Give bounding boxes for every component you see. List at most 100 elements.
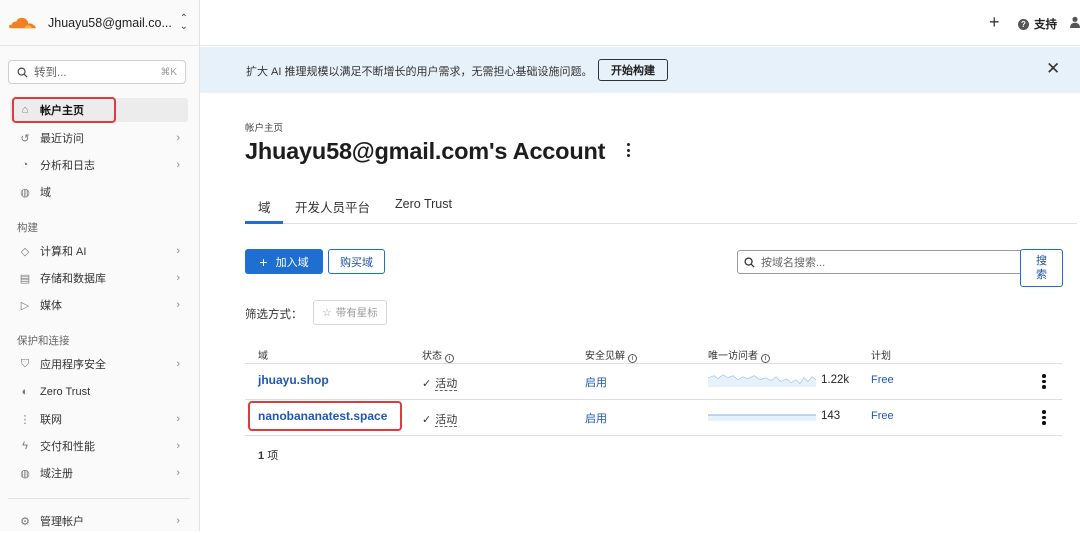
security-insights-link[interactable]: 启用 (585, 374, 607, 390)
check-icon: ✓ (422, 414, 432, 426)
status-cell: ✓ 活动 (422, 411, 458, 427)
sidebar-item-label: 交付和性能 (40, 441, 95, 453)
start-building-button[interactable]: 开始构建 (598, 59, 668, 81)
section-build: 构建 (17, 222, 38, 234)
column-header-status: 状态 i (422, 347, 454, 363)
plan-link[interactable]: Free (871, 374, 894, 386)
tab-domains[interactable]: 域 (258, 197, 271, 216)
header-label: 唯一访问者 (708, 351, 758, 362)
search-shortcut: ⌘K (160, 66, 177, 78)
search-icon (17, 67, 28, 78)
tab-developer-platform[interactable]: 开发人员平台 (295, 197, 370, 216)
info-icon[interactable]: i (628, 354, 637, 363)
sidebar-item-label: 最近访问 (40, 133, 84, 145)
sidebar-item-analytics[interactable]: ◔ 分析和日志 › (10, 153, 188, 177)
unique-visitors: 1.22k (821, 374, 850, 386)
sidebar-item-label: 存储和数据库 (40, 273, 106, 285)
chevron-right-icon: › (176, 515, 180, 527)
database-icon: ▤ (19, 272, 31, 285)
sidebar-item-label: 联网 (40, 414, 62, 426)
globe-icon: ◍ (20, 467, 30, 480)
sidebar-item-delivery[interactable]: ϟ 交付和性能 › (10, 434, 188, 458)
row-menu-icon[interactable] (1042, 410, 1046, 427)
top-bar: + ? 支持 (200, 0, 1080, 46)
tab-bar: 域 开发人员平台 Zero Trust (245, 190, 1077, 224)
goto-search-input[interactable]: 转到... ⌘K (8, 60, 186, 84)
highlight-box (248, 401, 402, 431)
sidebar-item-domains[interactable]: ◍ 域 (10, 180, 188, 204)
chevron-right-icon: › (176, 132, 180, 144)
globe-icon: ◍ (20, 186, 30, 199)
sidebar-item-recent[interactable]: ↺ 最近访问 › (10, 126, 188, 150)
info-icon[interactable]: i (445, 354, 454, 363)
column-header-insights: 安全见解 i (585, 347, 637, 363)
buy-domain-button[interactable]: 购买域 (328, 249, 385, 274)
user-icon[interactable] (1070, 16, 1080, 28)
sidebar-item-compute-ai[interactable]: ◇ 计算和 AI › (10, 239, 188, 263)
status-cell: ✓ 活动 (422, 375, 458, 391)
divider (8, 498, 190, 499)
more-options-icon[interactable] (627, 143, 633, 160)
breadcrumb[interactable]: 帐户主页 (245, 120, 283, 134)
history-icon: ↺ (20, 132, 30, 145)
sidebar-item-label: 分析和日志 (40, 160, 95, 172)
sidebar-item-registrar[interactable]: ◍ 域注册 › (10, 461, 188, 485)
tab-zero-trust[interactable]: Zero Trust (395, 197, 452, 211)
add-domain-label: 加入域 (275, 256, 309, 269)
cloudflare-logo (9, 17, 36, 28)
support-label: 支持 (1034, 19, 1057, 31)
visitors-sparkline (708, 414, 816, 421)
plan-link[interactable]: Free (871, 410, 894, 422)
add-domain-button[interactable]: + 加入域 (245, 249, 323, 274)
item-count-unit: 项 (267, 450, 279, 462)
sidebar-item-label: 域注册 (40, 468, 73, 480)
chevron-right-icon: › (176, 413, 180, 425)
sidebar-item-label: 媒体 (40, 300, 62, 312)
starred-filter[interactable]: ☆ 带有星标 (313, 300, 387, 325)
sidebar-item-label: 计算和 AI (40, 246, 87, 258)
plus-icon[interactable]: + (989, 12, 1000, 33)
visitors-sparkline (708, 374, 817, 387)
search-placeholder: 转到... (34, 67, 67, 79)
info-icon[interactable]: i (761, 354, 770, 363)
shield-icon: ⛉ (20, 357, 30, 370)
column-header-plan: 计划 (871, 351, 891, 362)
network-icon: ⋮ (19, 413, 31, 426)
close-icon[interactable]: ✕ (1046, 59, 1060, 79)
sidebar-item-app-security[interactable]: ⛉ 应用程序安全 › (10, 352, 188, 376)
page-title: Jhuayu58@gmail.com's Account (245, 138, 606, 164)
domain-search-input[interactable]: 按域名搜索... (737, 250, 1021, 274)
row-menu-icon[interactable] (1042, 374, 1046, 391)
item-count-number: 1 (258, 450, 265, 462)
search-button[interactable]: 搜 索 (1020, 249, 1063, 287)
compute-icon: ◇ (20, 245, 30, 258)
chevron-right-icon: › (176, 245, 180, 257)
support-button[interactable]: ? 支持 (1018, 16, 1057, 32)
starred-filter-label: 带有星标 (335, 307, 378, 319)
sidebar-item-label: 应用程序安全 (40, 359, 106, 371)
section-protect: 保护和连接 (17, 335, 70, 347)
media-icon: ▷ (20, 299, 30, 312)
security-insights-link[interactable]: 启用 (585, 410, 607, 426)
promo-banner: 扩大 AI 推理规模以满足不断增长的用户需求，无需担心基础设施问题。 开始构建 … (200, 47, 1080, 93)
divider (245, 399, 1062, 400)
sidebar-item-networking[interactable]: ⋮ 联网 › (10, 407, 188, 431)
column-header-domain: 域 (258, 351, 268, 362)
chevron-up-down-icon: ⌃ ⌄ (179, 13, 188, 32)
bolt-icon: ϟ (22, 440, 28, 452)
header-label: 状态 (422, 351, 442, 362)
sidebar-item-label: 域 (40, 187, 51, 199)
chevron-right-icon: › (176, 272, 180, 284)
chevron-right-icon: › (176, 299, 180, 311)
chevron-right-icon: › (176, 440, 180, 452)
analytics-icon: ◔ (21, 159, 29, 171)
chevron-right-icon: › (176, 159, 180, 171)
domain-link[interactable]: jhuayu.shop (258, 373, 329, 387)
sidebar-item-manage-account[interactable]: ⚙ 管理帐户 › (10, 509, 188, 533)
sidebar-item-storage[interactable]: ▤ 存储和数据库 › (10, 266, 188, 290)
header-label: 安全见解 (585, 351, 625, 362)
status-text: 活动 (435, 414, 458, 427)
sidebar-item-media[interactable]: ▷ 媒体 › (10, 293, 188, 317)
account-switcher[interactable]: Jhuayu58@gmail.co... ⌃ ⌄ (0, 0, 200, 46)
sidebar-item-zero-trust[interactable]: ◐ Zero Trust (10, 380, 188, 404)
